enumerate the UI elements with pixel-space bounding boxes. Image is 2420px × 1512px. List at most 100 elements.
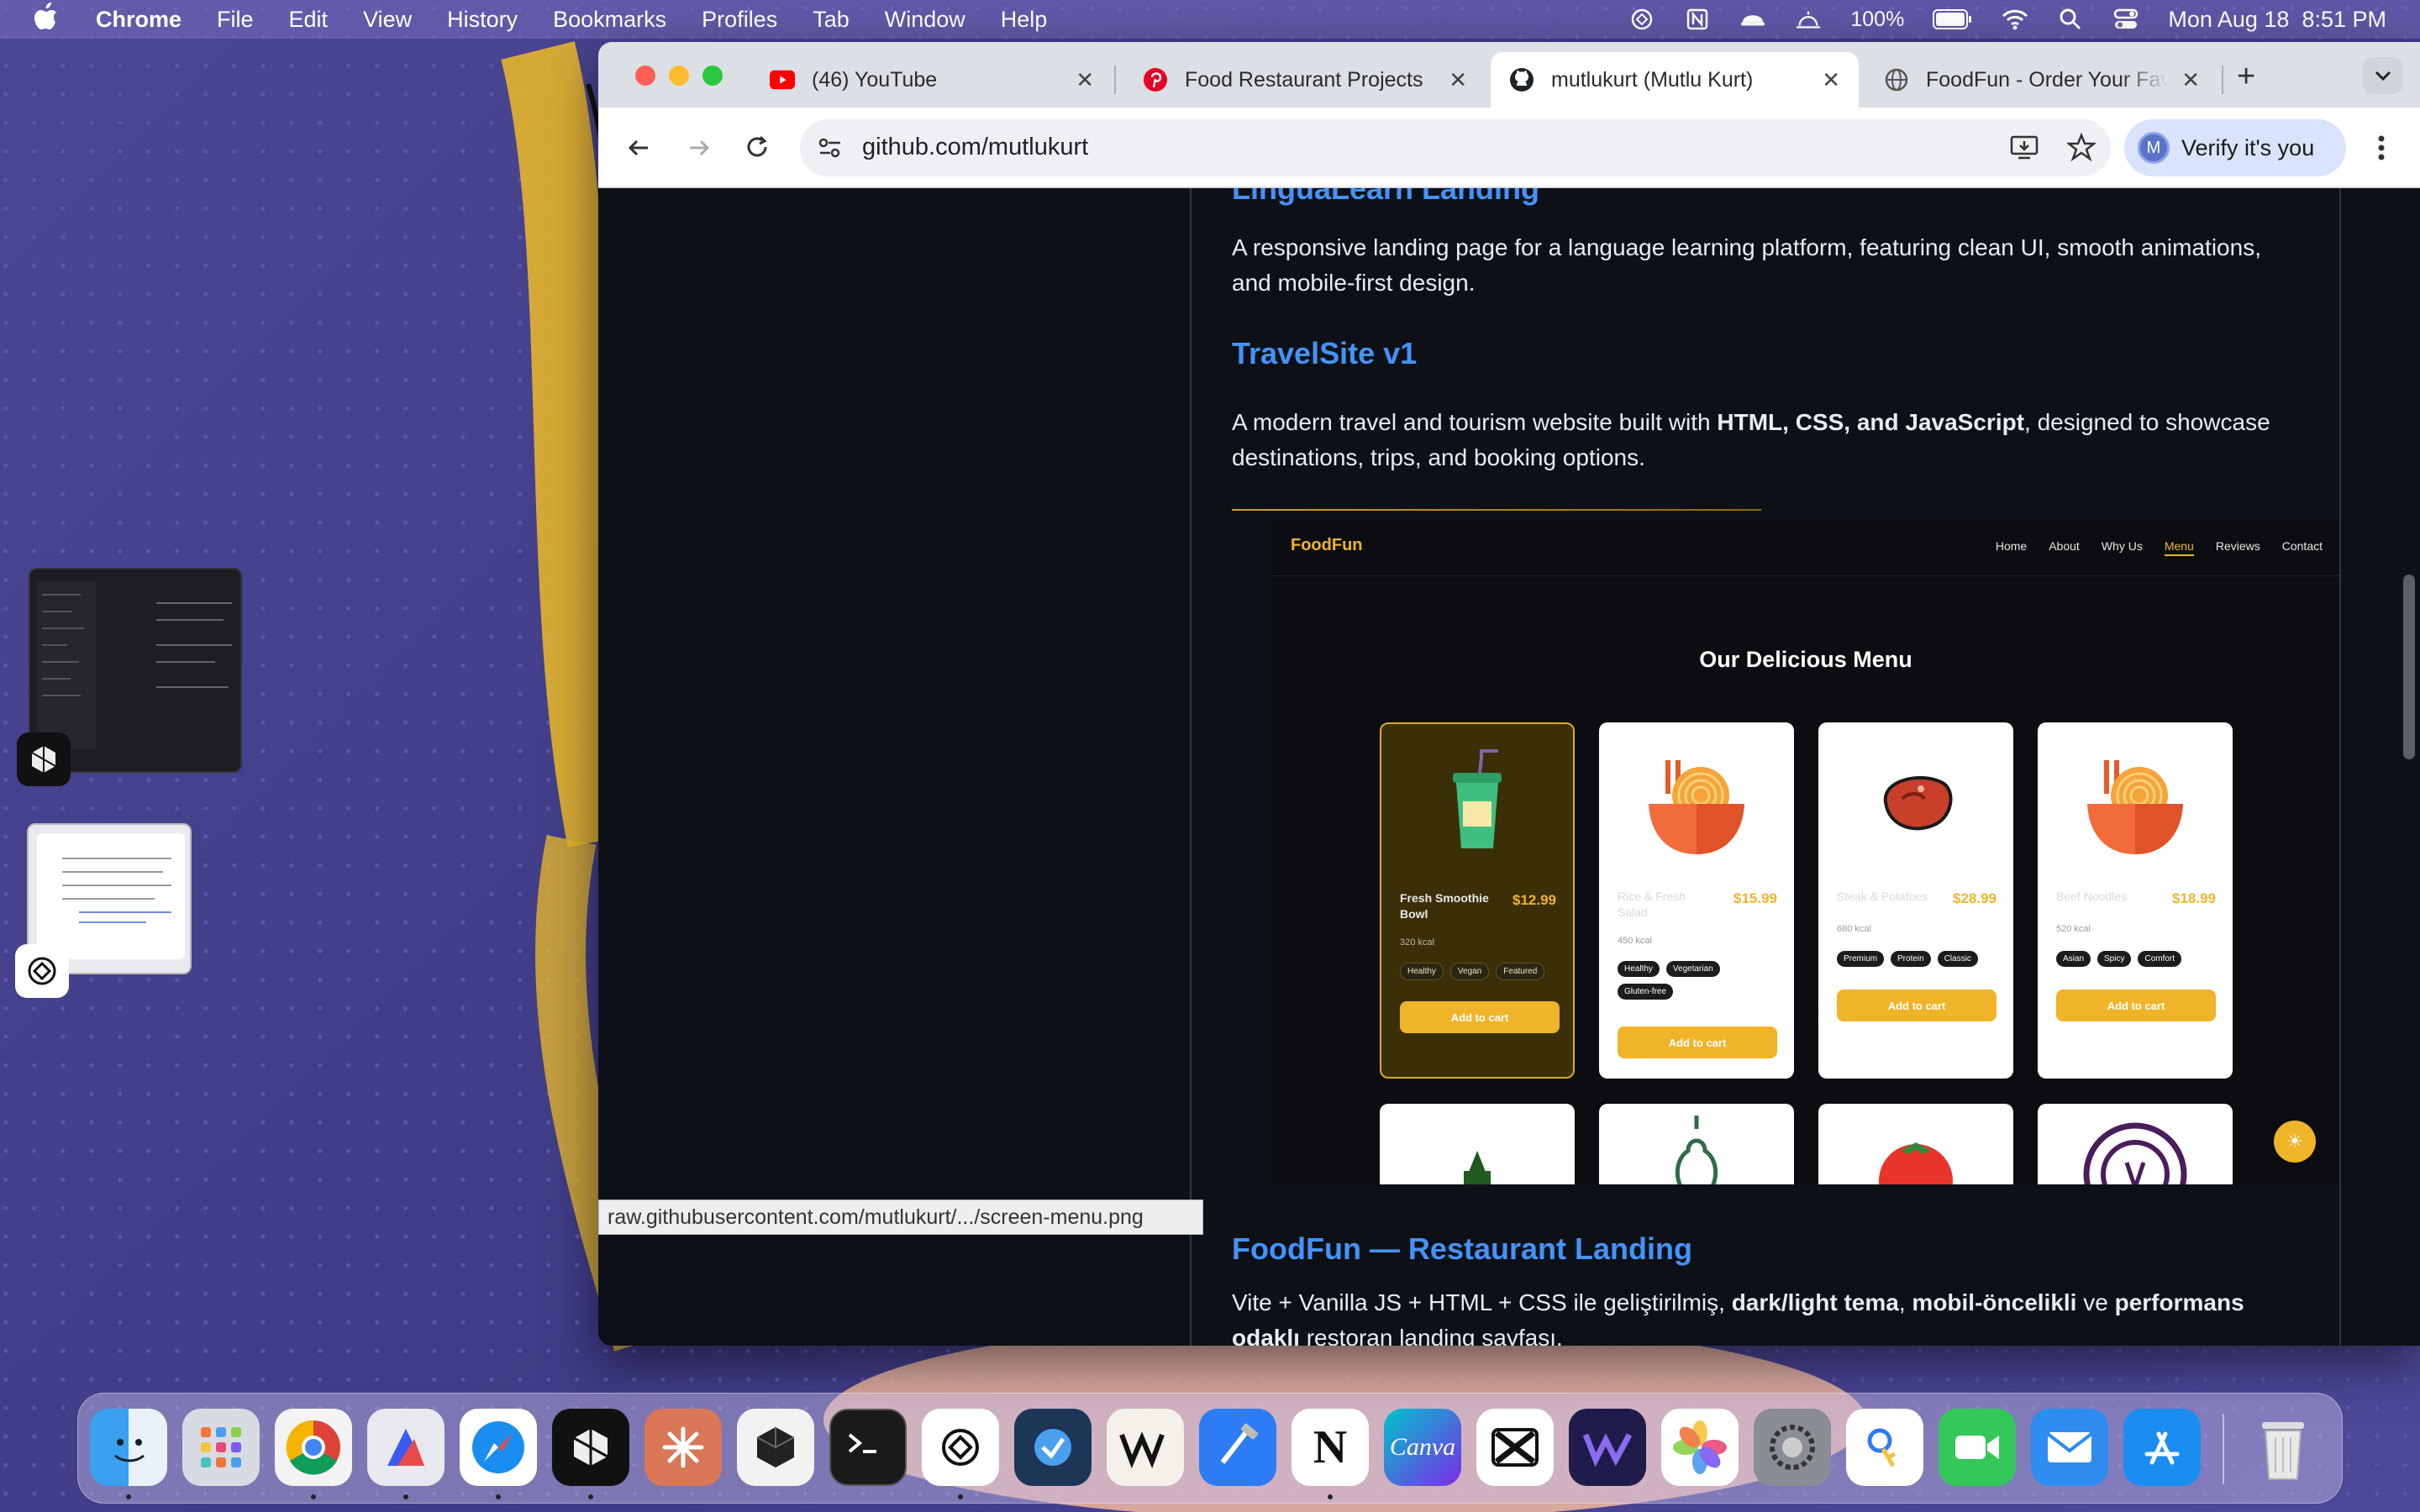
facetime-icon[interactable] <box>1939 1409 2016 1486</box>
battery-icon[interactable] <box>1933 8 1973 31</box>
menu-view[interactable]: View <box>363 7 412 33</box>
menu-heading: Our Delicious Menu <box>1699 647 1912 672</box>
xcode-icon[interactable] <box>1199 1409 1276 1486</box>
new-tab-button[interactable]: + <box>2237 59 2255 95</box>
menu-edit[interactable]: Edit <box>289 7 329 33</box>
tag: Spicy <box>2097 951 2132 967</box>
apple-icon[interactable] <box>34 2 67 37</box>
tab-github[interactable]: mutlukurt (Mutlu Kurt) ✕ <box>1491 52 1859 108</box>
menu-bookmarks[interactable]: Bookmarks <box>553 7 666 33</box>
passwords-icon[interactable] <box>1846 1409 1923 1486</box>
tab-pinterest[interactable]: Food Restaurant Projects ✕ <box>1124 52 1486 108</box>
menu-file[interactable]: File <box>217 7 254 33</box>
back-button[interactable] <box>617 126 660 170</box>
app-store-icon[interactable] <box>2123 1409 2201 1486</box>
control-center-icon[interactable] <box>2112 8 2139 31</box>
webflow-icon[interactable] <box>1569 1409 1646 1486</box>
dock-separator <box>2223 1414 2224 1484</box>
chatgpt-thumb-icon[interactable] <box>15 944 69 998</box>
finder-icon[interactable] <box>90 1409 167 1486</box>
mail-icon[interactable] <box>2031 1409 2108 1486</box>
tab-search-button[interactable] <box>2363 57 2403 94</box>
address-bar[interactable]: github.com/mutlukurt <box>800 119 2111 176</box>
project-title-travelsite[interactable]: TravelSite v1 <box>1232 336 1417 371</box>
github-icon <box>1509 67 1534 92</box>
card-price: $28.99 <box>1953 890 1996 906</box>
foodfun-brand: FoodFun <box>1291 536 1363 554</box>
menu-app-chrome[interactable]: Chrome <box>96 7 182 33</box>
site-info-icon[interactable] <box>817 134 844 165</box>
desc-bold: dark/light tema <box>1731 1289 1899 1315</box>
desc-text: Vite + Vanilla JS + HTML + CSS ile geliş… <box>1232 1289 1732 1315</box>
clock[interactable]: Mon Aug 18 8:51 PM <box>2168 7 2386 33</box>
add-to-cart-button: Add to cart <box>2056 990 2216 1021</box>
foodfun-nav-about: About <box>2049 539 2080 553</box>
tag: Classic <box>1937 951 1978 967</box>
add-to-cart-button: Add to cart <box>1837 990 1996 1021</box>
perplexity-icon[interactable] <box>552 1409 629 1486</box>
incognito-status-icon[interactable] <box>1739 8 1766 31</box>
page-scrollbar[interactable] <box>2403 575 2415 759</box>
notion-status-icon[interactable] <box>1684 8 1711 31</box>
wifi-icon[interactable] <box>2002 8 2028 31</box>
menu-profiles[interactable]: Profiles <box>702 7 777 33</box>
safari-icon[interactable] <box>460 1409 537 1486</box>
desc-bold: HTML, CSS, and JavaScript <box>1717 409 2025 435</box>
card-kcal: 450 kcal <box>1618 936 1652 946</box>
notion-icon[interactable]: N <box>1292 1409 1369 1486</box>
forward-button[interactable] <box>677 126 721 170</box>
perplexity-thumb-icon[interactable] <box>17 732 71 786</box>
reload-button[interactable] <box>736 126 780 170</box>
close-window-button[interactable] <box>635 66 655 86</box>
close-tab-icon[interactable]: ✕ <box>1449 67 1467 93</box>
trash-icon[interactable] <box>2244 1409 2322 1486</box>
chrome-window: (46) YouTube ✕ Food Restaurant Projects … <box>598 42 2420 1346</box>
chatgpt-status-icon[interactable] <box>1628 8 1655 31</box>
spotlight-search-icon[interactable] <box>2057 8 2084 31</box>
minimize-window-button[interactable] <box>669 66 689 86</box>
github-page: LinguaLearn Landing A responsive landing… <box>598 188 2420 1346</box>
claude-icon[interactable] <box>644 1409 722 1486</box>
zoom-window-button[interactable] <box>702 66 723 86</box>
pear-icon <box>1675 1116 1718 1184</box>
chrome-icon[interactable] <box>275 1409 352 1486</box>
card-name: Fresh Smoothie Bowl <box>1400 891 1489 921</box>
card-name: Steak & Potatoes <box>1837 890 1928 903</box>
running-indicator <box>311 1494 316 1499</box>
affinity-icon[interactable] <box>367 1409 445 1486</box>
menu-tab[interactable]: Tab <box>813 7 850 33</box>
tab-foodfun[interactable]: FoodFun - Order Your Fav ✕ <box>1865 52 2218 108</box>
foodfun-menu-screenshot[interactable]: FoodFun Home About Why Us Menu Reviews C… <box>1272 519 2339 1184</box>
close-tab-icon[interactable]: ✕ <box>1822 67 1840 93</box>
system-settings-icon[interactable] <box>1754 1409 1831 1486</box>
chatgpt-icon[interactable] <box>922 1409 999 1486</box>
bookmark-star-icon[interactable] <box>2065 132 2097 165</box>
project-title-foodfun[interactable]: FoodFun — Restaurant Landing <box>1232 1231 1692 1267</box>
terminal-icon[interactable] <box>829 1409 907 1486</box>
close-tab-icon[interactable]: ✕ <box>1076 67 1094 93</box>
capcut-icon[interactable] <box>1476 1409 1554 1486</box>
canva-icon[interactable]: Canva <box>1384 1409 1461 1486</box>
running-indicator <box>958 1494 963 1499</box>
cube-app-icon[interactable] <box>737 1409 814 1486</box>
menu-card-rice-salad: Rice & Fresh Salad $15.99 450 kcal Healt… <box>1599 722 1794 1079</box>
close-tab-icon[interactable]: ✕ <box>2181 67 2200 93</box>
warp-icon[interactable] <box>1107 1409 1184 1486</box>
launchpad-icon[interactable] <box>182 1409 260 1486</box>
tag: Gluten-free <box>1618 984 1674 1000</box>
link-status-bubble: raw.githubusercontent.com/mutlukurt/.../… <box>598 1200 1203 1235</box>
linear-icon[interactable] <box>1014 1409 1092 1486</box>
install-app-icon[interactable] <box>2010 134 2039 165</box>
project-desc-travelsite: A modern travel and tourism website buil… <box>1232 405 2299 475</box>
tab-youtube[interactable]: (46) YouTube ✕ <box>751 52 1113 108</box>
card-tags: Healthy Vegetarian Gluten-free <box>1618 961 1777 1000</box>
chrome-menu-icon[interactable] <box>2360 126 2403 170</box>
menu-history[interactable]: History <box>447 7 518 33</box>
menu-help[interactable]: Help <box>1001 7 1048 33</box>
menu-window[interactable]: Window <box>885 7 965 33</box>
project-title-lingualearn[interactable]: LinguaLearn Landing <box>1232 188 1539 207</box>
photos-icon[interactable] <box>1661 1409 1739 1486</box>
menu-card-pear <box>1599 1104 1794 1184</box>
brightness-icon[interactable] <box>1795 8 1822 31</box>
verify-profile-button[interactable]: M Verify it's you <box>2124 119 2346 176</box>
